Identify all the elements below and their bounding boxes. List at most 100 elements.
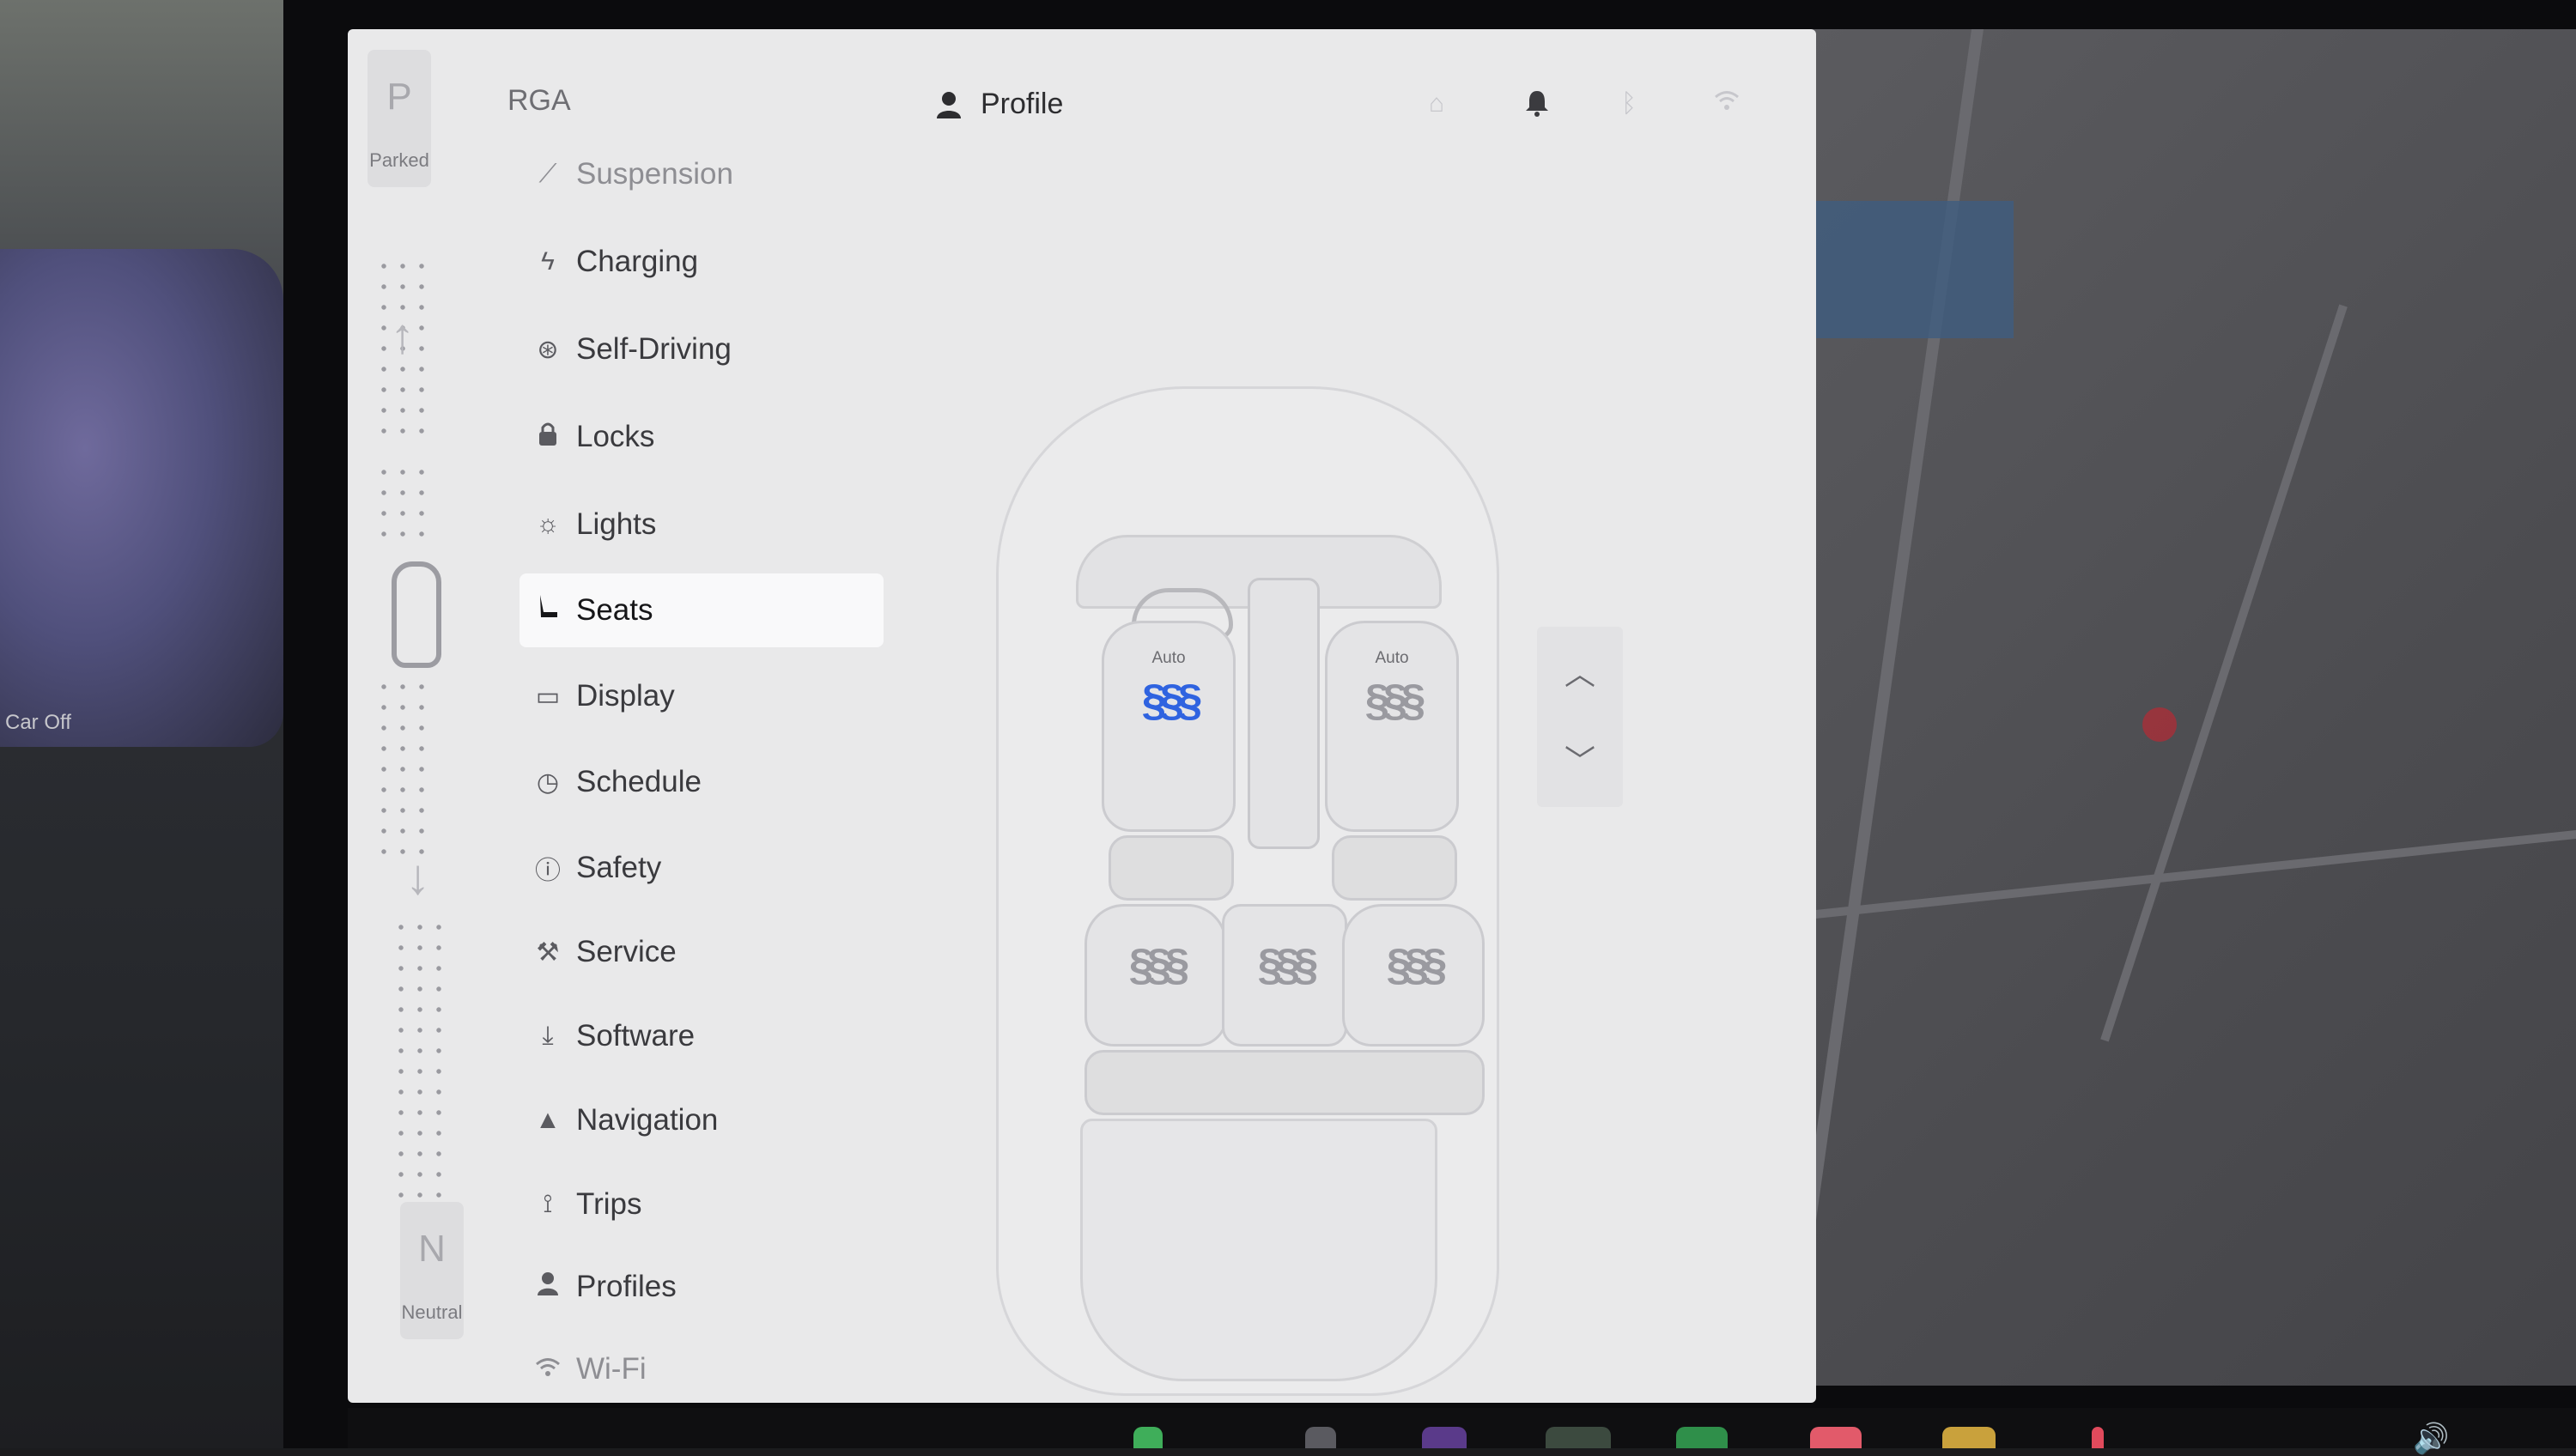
alert-icon: ⓘ: [535, 857, 561, 885]
volume-icon[interactable]: 🔊: [2413, 1422, 2449, 1456]
app-icon[interactable]: [1422, 1427, 1467, 1448]
display-icon: ▭: [535, 682, 561, 711]
suspension-icon: ⟋: [538, 160, 557, 188]
seat-auto-label: Auto: [1375, 649, 1409, 667]
app-icon[interactable]: [1676, 1427, 1728, 1448]
gear-down-arrow-icon: ↓: [405, 849, 430, 905]
seat-heater-icon: §§§: [1364, 676, 1426, 725]
menu-item-display[interactable]: ▭ Display: [519, 659, 884, 733]
gear-neutral[interactable]: N Neutral: [400, 1202, 464, 1339]
seat-front-right[interactable]: Auto §§§: [1325, 621, 1459, 832]
bolt-icon: ϟ: [541, 247, 555, 276]
seat-heater-icon: §§§: [1128, 940, 1190, 990]
seat-heater-icon: §§§: [1386, 940, 1448, 990]
gear-park-letter: P: [386, 76, 412, 118]
user-icon: [519, 1271, 576, 1302]
wifi-shape: [536, 1358, 560, 1376]
car-top-view: Auto §§§ Auto §§§ §§§ §§§ §§§: [996, 386, 1499, 1396]
gear-up-arrow-icon: ↑: [390, 308, 415, 364]
menu-item-label: Seats: [576, 593, 653, 627]
wifi-icon: [519, 1355, 576, 1384]
wifi-icon[interactable]: [1714, 89, 1740, 118]
menu-item-software[interactable]: ⤓ Software: [519, 999, 884, 1073]
menu-item-label: Software: [576, 1019, 696, 1053]
chevron-down-icon[interactable]: ﹀: [1537, 723, 1623, 800]
trips-icon: ⟟: [543, 1190, 553, 1218]
profile-button[interactable]: Profile: [936, 88, 1063, 121]
seat-rear-right[interactable]: §§§: [1342, 904, 1485, 1046]
seat-shape: [540, 595, 557, 617]
menu-item-safety[interactable]: ⓘ Safety: [519, 831, 884, 905]
menu-item-trips[interactable]: ⟟ Trips: [519, 1168, 884, 1241]
map-road: [2100, 304, 2348, 1042]
app-icon[interactable]: [1546, 1427, 1611, 1448]
map-road: [1807, 829, 2576, 920]
map-background: [1780, 29, 2576, 1386]
menu-item-label: Self-Driving: [576, 332, 732, 366]
clock-icon: ◷: [536, 767, 560, 797]
seat-rear-center[interactable]: §§§: [1222, 904, 1347, 1046]
gear-park[interactable]: P Parked: [368, 50, 431, 187]
menu-item-profiles[interactable]: Profiles: [519, 1250, 884, 1324]
menu-item-wifi[interactable]: Wi-Fi: [519, 1332, 884, 1406]
app-icon[interactable]: [1133, 1427, 1163, 1448]
seat-front-left[interactable]: Auto §§§: [1102, 621, 1236, 832]
profile-label: Profile: [981, 88, 1064, 120]
menu-item-charging[interactable]: ϟ Charging: [519, 225, 884, 299]
menu-item-suspension[interactable]: ⟋ Suspension: [519, 137, 884, 211]
bell-icon[interactable]: [1525, 89, 1549, 124]
seat-auto-label: Auto: [1151, 649, 1186, 667]
gear-selector-rail[interactable]: P Parked ↑ ↓ N Neutral: [357, 41, 464, 1380]
menu-item-label: Safety: [576, 851, 662, 884]
lock-shape: [539, 422, 556, 446]
seat-front-left-base: [1109, 835, 1234, 901]
app-icon[interactable]: [1942, 1427, 1996, 1448]
menu-item-navigation[interactable]: ▲ Navigation: [519, 1083, 884, 1157]
lock-icon: [519, 421, 576, 453]
gear-park-label: Parked: [369, 149, 429, 171]
gear-track-dots: [392, 917, 452, 1200]
app-icon[interactable]: [1305, 1427, 1336, 1448]
seat-heater-view: Auto §§§ Auto §§§ §§§ §§§ §§§: [979, 361, 1546, 1396]
app-icon[interactable]: [2092, 1427, 2104, 1448]
menu-item-label: Profiles: [576, 1270, 677, 1303]
menu-item-label: Wi-Fi: [576, 1352, 647, 1386]
wrench-icon: ⚒: [536, 937, 560, 967]
chevron-up-icon[interactable]: ︿: [1537, 635, 1623, 713]
center-console: [1248, 578, 1320, 849]
download-icon: ⤓: [542, 1022, 554, 1050]
menu-item-schedule[interactable]: ◷ Schedule: [519, 745, 884, 819]
gear-track-dots: [374, 462, 434, 548]
seat-icon: [519, 593, 576, 628]
menu-item-label: Lights: [576, 507, 657, 541]
light-icon: ☼: [536, 510, 560, 538]
seat-rear-cushion: [1084, 1050, 1485, 1115]
seat-front-right-base: [1332, 835, 1457, 901]
car-trunk: [1080, 1119, 1437, 1381]
instrument-cluster: [0, 249, 283, 747]
menu-item-label: Locks: [576, 420, 655, 453]
menu-item-label: Navigation: [576, 1103, 719, 1137]
menu-item-seats[interactable]: Seats: [519, 573, 884, 647]
user-icon: [937, 91, 961, 118]
menu-item-label: Charging: [576, 245, 699, 278]
menu-item-label: Suspension: [576, 157, 733, 191]
car-mini-icon: [392, 561, 441, 668]
navigation-icon: ▲: [535, 1106, 561, 1134]
bell-shape: [1526, 91, 1548, 117]
menu-item-lights[interactable]: ☼ Lights: [519, 488, 884, 561]
seat-scroll-control: ︿ ﹀: [1537, 627, 1623, 807]
menu-item-label: Service: [576, 935, 677, 968]
map-pin-icon: [2142, 707, 2177, 742]
wifi-shape: [1715, 91, 1739, 110]
menu-item-locks[interactable]: Locks: [519, 400, 884, 474]
menu-item-label: Display: [576, 679, 675, 713]
seat-rear-left[interactable]: §§§: [1084, 904, 1227, 1046]
menu-item-service[interactable]: ⚒ Service: [519, 915, 884, 989]
user-shape: [538, 1272, 558, 1295]
menu-item-self-driving[interactable]: ⊛ Self-Driving: [519, 312, 884, 386]
map-panel-highlight: [1807, 201, 2014, 338]
bluetooth-icon[interactable]: ᛒ: [1621, 89, 1637, 118]
home-icon[interactable]: ⌂: [1429, 89, 1444, 118]
calendar-icon[interactable]: [1810, 1427, 1862, 1448]
